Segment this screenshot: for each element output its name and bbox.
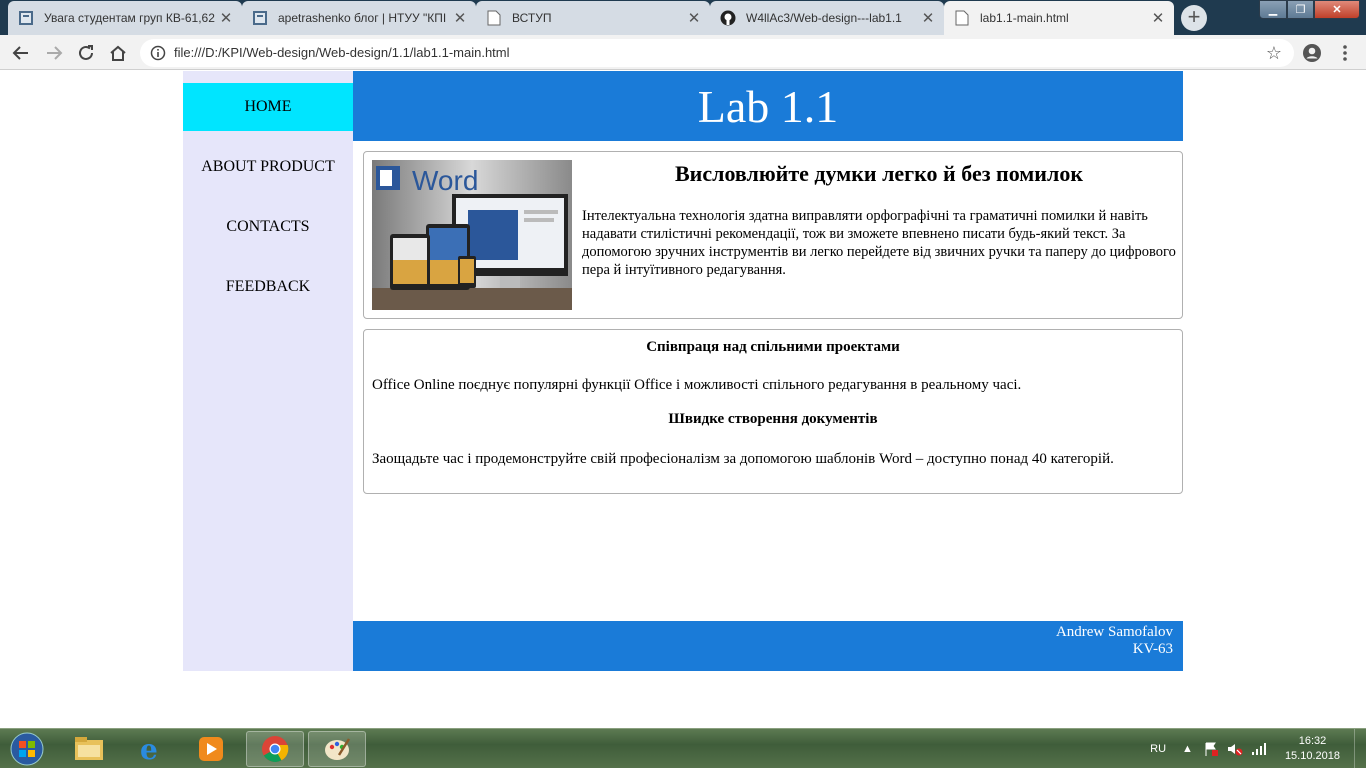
svg-text:e: e	[140, 735, 158, 763]
document-icon	[18, 10, 34, 26]
templates-text: Заощадьте час і продемонструйте свій про…	[372, 451, 1114, 467]
system-tray: RU ▲ 16:32 15.10.2018	[1150, 729, 1366, 769]
sidebar-nav: HOME ABOUT PRODUCT CONTACTS FEEDBACK	[183, 71, 353, 671]
tab-title: ВСТУП	[512, 11, 552, 25]
office-features-card: Співпраця над спільними проектами Office…	[363, 329, 1183, 494]
menu-dots-icon[interactable]	[1334, 42, 1356, 64]
page-footer: Andrew Samofalov KV-63	[353, 621, 1183, 671]
page-icon	[954, 10, 970, 26]
tab-kv-students[interactable]: Увага студентам груп КВ-61,62 ✕	[8, 1, 242, 35]
forward-button[interactable]	[43, 42, 65, 64]
author-group: KV-63	[1132, 641, 1173, 657]
word-logo-text: Word	[412, 165, 478, 196]
new-tab-button[interactable]: +	[1181, 5, 1207, 31]
tab-title: apetrashenko блог | НТУУ "КПІ	[278, 11, 447, 25]
page-viewport: HOME ABOUT PRODUCT CONTACTS FEEDBACK Lab…	[0, 71, 1366, 728]
window-controls: ▁ ❐ ✕	[1259, 0, 1360, 19]
collaboration-heading: Співпраця над спільними проектами	[646, 339, 900, 355]
media-player-icon	[199, 737, 223, 761]
clock[interactable]: 16:32 15.10.2018	[1285, 734, 1340, 764]
maximize-button[interactable]: ❐	[1287, 0, 1314, 19]
chrome-icon	[262, 736, 289, 763]
address-bar[interactable]: file:///D:/KPI/Web-design/Web-design/1.1…	[140, 39, 1294, 67]
action-center-flag-icon	[1205, 742, 1218, 756]
nav-about-product[interactable]: ABOUT PRODUCT	[183, 143, 353, 191]
volume-muted-icon	[1227, 744, 1243, 756]
tab-title: W4llAc3/Web-design---lab1.1	[746, 11, 902, 25]
clock-date: 15.10.2018	[1284, 750, 1340, 762]
show-desktop-button[interactable]	[1354, 729, 1366, 769]
close-icon[interactable]: ✕	[218, 9, 234, 27]
paint-icon	[325, 738, 351, 760]
tab-title: Увага студентам груп КВ-61,62	[44, 11, 215, 25]
paint-taskbar-button[interactable]	[308, 731, 366, 767]
back-button[interactable]	[10, 42, 32, 64]
info-icon[interactable]	[150, 45, 166, 61]
close-icon[interactable]: ✕	[920, 9, 936, 27]
tab-lab11[interactable]: lab1.1-main.html ✕	[944, 1, 1174, 35]
page-title: Lab 1.1	[697, 80, 839, 132]
profile-icon[interactable]	[1301, 42, 1323, 64]
start-button[interactable]	[2, 730, 52, 768]
language-indicator[interactable]: RU	[1150, 743, 1166, 755]
card1-heading: Висловлюйте думки легко й без помилок	[675, 161, 1083, 186]
close-window-button[interactable]: ✕	[1314, 0, 1360, 19]
close-icon[interactable]: ✕	[452, 9, 468, 27]
tab-vstup[interactable]: ВСТУП ✕	[476, 1, 710, 35]
media-player-taskbar-button[interactable]	[182, 731, 240, 767]
nav-feedback[interactable]: FEEDBACK	[183, 263, 353, 311]
document-icon	[252, 10, 268, 26]
close-icon[interactable]: ✕	[686, 9, 702, 27]
tab-strip: Увага студентам груп КВ-61,62 ✕ apetrash…	[0, 0, 1366, 35]
card1-text: Інтелектуальна технологія здатна виправл…	[582, 208, 1176, 278]
url-text: file:///D:/KPI/Web-design/Web-design/1.1…	[174, 45, 510, 60]
close-icon[interactable]: ✕	[1150, 9, 1166, 27]
windows-taskbar: e RU ▲ 16:32 15.10.2018	[0, 728, 1366, 769]
nav-contacts[interactable]: CONTACTS	[183, 203, 353, 251]
home-button[interactable]	[107, 42, 129, 64]
github-icon	[720, 10, 736, 26]
templates-heading: Швидке створення документів	[668, 411, 878, 427]
word-product-image: Word	[372, 160, 572, 310]
network-signal-icon	[1251, 743, 1266, 755]
minimize-button[interactable]: ▁	[1259, 0, 1287, 19]
folder-icon	[75, 737, 103, 760]
tab-title: lab1.1-main.html	[980, 11, 1069, 25]
word-feature-card: Word Висловлюйте думки легко й без помил…	[363, 151, 1183, 319]
author-name: Andrew Samofalov	[1055, 624, 1173, 640]
explorer-taskbar-button[interactable]	[60, 731, 118, 767]
ie-taskbar-button[interactable]: e	[122, 731, 180, 767]
chrome-taskbar-button[interactable]	[246, 731, 304, 767]
browser-toolbar: file:///D:/KPI/Web-design/Web-design/1.1…	[0, 35, 1366, 70]
page-icon	[486, 10, 502, 26]
nav-home[interactable]: HOME	[183, 83, 353, 131]
internet-explorer-icon: e	[140, 735, 158, 763]
tab-apetrashenko[interactable]: apetrashenko блог | НТУУ "КПІ ✕	[242, 1, 476, 35]
page-header: Lab 1.1	[353, 71, 1183, 141]
windows-logo-icon	[10, 732, 44, 766]
clock-time: 16:32	[1298, 735, 1327, 747]
tray-expand-icon[interactable]: ▲	[1182, 743, 1193, 755]
collaboration-text: Office Online поєднує популярні функції …	[372, 377, 1022, 393]
tab-github[interactable]: W4llAc3/Web-design---lab1.1 ✕	[710, 1, 944, 35]
bookmark-star-icon[interactable]: ☆	[1266, 43, 1282, 64]
reload-button[interactable]	[75, 42, 97, 64]
